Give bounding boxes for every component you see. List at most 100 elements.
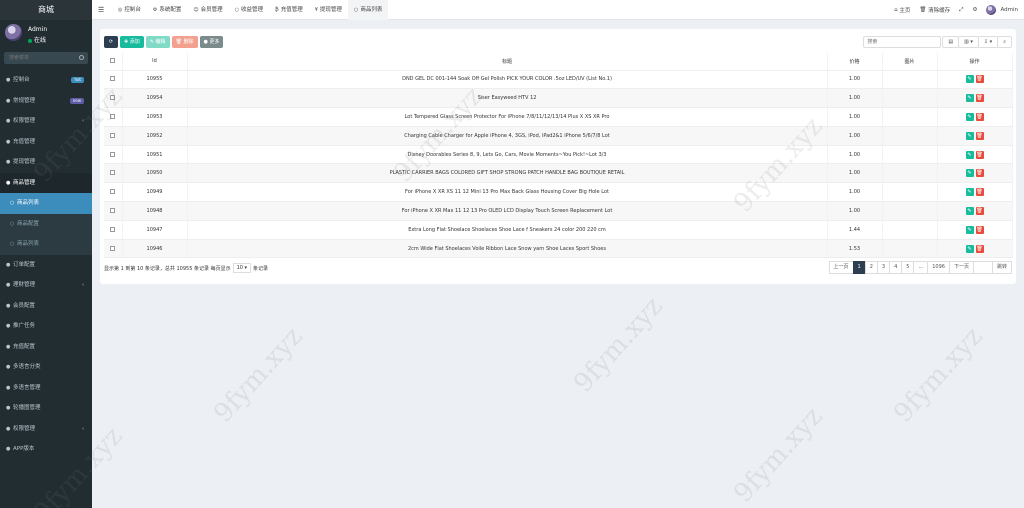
table-row[interactable]: 10955 DND GEL DC 001-144 Soak Off Gel Pol… (104, 70, 1013, 90)
sidebar-item-13[interactable]: ● 充值配置 (0, 337, 92, 358)
table-row[interactable]: 10947 Extra Long Flat Shoelace Shoelaces … (104, 220, 1013, 240)
delete-row-icon[interactable]: 🗑 (975, 75, 984, 84)
delete-row-icon[interactable]: 🗑 (975, 131, 984, 140)
add-button[interactable]: ✚ 添加 (120, 36, 144, 48)
table-search-input[interactable] (863, 36, 942, 48)
sidebar-item-11[interactable]: ● 会员配置 (0, 296, 92, 317)
table-row[interactable]: 10953 Lot Tempered Glass Screen Protector… (104, 107, 1013, 127)
sidebar-item-0[interactable]: ● 控制台 hot (0, 70, 92, 91)
table-row[interactable]: 10954 Siser Easyweed HTV 12 1.00 ✎ 🗑 (104, 88, 1013, 109)
tab-1[interactable]: ⚙ 系统配置 (147, 0, 188, 20)
delete-row-icon[interactable]: 🗑 (975, 169, 984, 178)
sidebar-item-10[interactable]: ● 理财管理 ‹ (0, 275, 92, 296)
refresh-button[interactable]: ⟳ (104, 36, 118, 48)
sidebar-item-16[interactable]: ● 轮播图管理 (0, 398, 92, 419)
jump-page-input[interactable] (972, 261, 993, 274)
row-select-cell[interactable] (104, 163, 123, 184)
delete-row-icon[interactable]: 🗑 (975, 244, 984, 253)
prev-page-button[interactable]: 上一页 (828, 261, 854, 274)
delete-row-icon[interactable]: 🗑 (975, 150, 984, 159)
search-button[interactable]: ⌕ (997, 36, 1012, 48)
columns-button[interactable]: ▥ ▾ (958, 36, 979, 48)
delete-row-icon[interactable]: 🗑 (975, 188, 984, 197)
delete-row-icon[interactable]: 🗑 (975, 206, 984, 215)
table-row[interactable]: 10949 For iPhone X XR XS 11 12 Mini 13 Pr… (104, 182, 1013, 203)
col-header-image[interactable]: 图片 (882, 53, 938, 71)
sidebar-item-5[interactable]: ● 商品管理 (0, 172, 92, 193)
tab-0[interactable]: ◎ 控制台 (112, 0, 147, 20)
edit-row-icon[interactable]: ✎ (965, 131, 974, 140)
sidebar-item-2[interactable]: ● 权限管理 ‹ (0, 111, 92, 132)
toggle-view-button[interactable]: ▤ (942, 36, 960, 48)
edit-row-icon[interactable]: ✎ (965, 244, 974, 253)
delete-row-icon[interactable]: 🗑 (975, 112, 984, 121)
select-all-checkbox[interactable] (110, 58, 116, 64)
sidebar-item-8[interactable]: ○ 商品列表 (0, 234, 92, 255)
sidebar-item-14[interactable]: ● 多语言分类 (0, 357, 92, 378)
tab-2[interactable]: ☺ 会员管理 (187, 0, 228, 20)
row-select-cell[interactable] (104, 88, 123, 109)
tab-4[interactable]: ₿ 充值管理 (269, 0, 309, 20)
row-select-cell[interactable] (104, 126, 123, 146)
delete-row-icon[interactable]: 🗑 (975, 94, 984, 103)
row-checkbox[interactable] (110, 245, 116, 251)
row-select-cell[interactable] (104, 107, 123, 127)
menu-toggle-icon[interactable]: ☰ (98, 6, 104, 14)
page-button[interactable]: 1096 (927, 261, 950, 274)
tab-5[interactable]: ¥ 提现管理 (309, 0, 348, 20)
row-checkbox[interactable] (110, 95, 116, 101)
page-size-select[interactable]: 10 ▾ (232, 263, 252, 273)
more-button[interactable]: ● 更多 (199, 36, 224, 48)
edit-row-icon[interactable]: ✎ (965, 75, 974, 84)
clear-cache-button[interactable]: 🗑 清除缓存 (919, 6, 950, 14)
sidebar-item-4[interactable]: ● 提现管理 (0, 152, 92, 173)
row-select-cell[interactable] (104, 201, 123, 221)
home-link[interactable]: ⌂ 主页 (894, 6, 910, 14)
sidebar-item-18[interactable]: ● APP版本 (0, 439, 92, 460)
tab-3[interactable]: ○ 收益管理 (229, 0, 269, 20)
row-select-cell[interactable] (104, 182, 123, 203)
col-header-price[interactable]: 价格 (827, 53, 883, 71)
sidebar-item-9[interactable]: ● 订单配置 (0, 255, 92, 276)
edit-row-icon[interactable]: ✎ (965, 169, 974, 178)
row-checkbox[interactable] (110, 226, 116, 232)
edit-row-icon[interactable]: ✎ (965, 206, 974, 215)
row-checkbox[interactable] (110, 113, 116, 119)
row-checkbox[interactable] (110, 151, 116, 157)
tab-6[interactable]: ○ 商品列表 (347, 0, 389, 20)
table-row[interactable]: 10950 PLASTIC CARRIER BAGS COLORED GIFT S… (104, 163, 1013, 184)
fullscreen-icon[interactable]: ⤢ (959, 7, 963, 14)
sidebar-item-3[interactable]: ● 充值管理 (0, 132, 92, 153)
row-checkbox[interactable] (110, 189, 116, 195)
jump-button[interactable]: 跳转 (991, 261, 1012, 274)
brand-logo[interactable]: 商城 (0, 0, 92, 20)
sidebar-search-input[interactable] (4, 52, 76, 64)
sidebar-item-6[interactable]: ○ 商品列表 (0, 193, 92, 214)
row-checkbox[interactable] (110, 132, 116, 138)
sidebar-item-12[interactable]: ● 推广任务 (0, 316, 92, 337)
row-select-cell[interactable] (104, 220, 123, 240)
row-checkbox[interactable] (110, 170, 116, 176)
delete-button[interactable]: 🗑 删除 (171, 36, 198, 48)
edit-button[interactable]: ✎ 编辑 (145, 36, 170, 48)
table-row[interactable]: 10951 Disney Doorables Series 8, 9, Lets … (104, 145, 1013, 165)
col-header-id[interactable]: Id (122, 53, 188, 71)
user-menu[interactable]: Admin (986, 5, 1018, 15)
next-page-button[interactable]: 下一页 (948, 261, 974, 274)
edit-row-icon[interactable]: ✎ (965, 188, 974, 197)
table-row[interactable]: 10952 Charging Cable Charger for Apple iP… (104, 126, 1013, 146)
edit-row-icon[interactable]: ✎ (965, 112, 974, 121)
export-button[interactable]: ⇩ ▾ (977, 36, 999, 48)
row-checkbox[interactable] (110, 207, 116, 213)
sidebar-item-7[interactable]: ○ 商品配置 (0, 213, 92, 234)
row-select-cell[interactable] (104, 145, 123, 165)
row-select-cell[interactable] (104, 70, 123, 90)
edit-row-icon[interactable]: ✎ (965, 94, 974, 103)
search-icon[interactable] (79, 55, 84, 60)
row-checkbox[interactable] (110, 76, 116, 82)
sidebar-item-17[interactable]: ● 权限管理 ‹ (0, 419, 92, 440)
select-all-cell[interactable] (104, 53, 123, 71)
delete-row-icon[interactable]: 🗑 (975, 225, 984, 234)
col-header-title[interactable]: 标题 (187, 53, 828, 71)
edit-row-icon[interactable]: ✎ (965, 225, 974, 234)
